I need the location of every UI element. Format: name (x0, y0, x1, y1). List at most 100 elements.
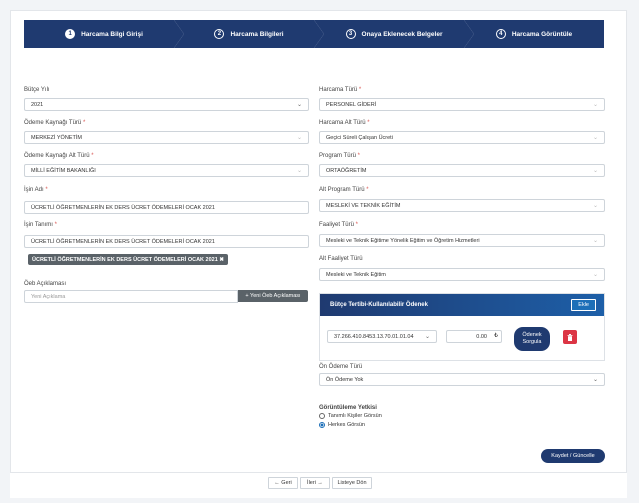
required-mark: * (91, 153, 94, 159)
chevron-down-icon: ⌄ (592, 135, 598, 141)
radio-checked-icon (319, 422, 325, 428)
select-value: 2021 (31, 101, 44, 108)
label-text: Öeb Açıklaması (24, 281, 67, 287)
on-odeme-turu-select[interactable]: Ön Ödeme Yok ⌄ (319, 373, 605, 386)
required-mark: * (54, 222, 57, 228)
input-value: ÜCRETLİ ÖĞRETMENLERİN EK DERS ÜCRET ÖDEM… (31, 238, 215, 245)
step-onaya-eklenecek-belgeler[interactable]: 3 Onaya Eklenecek Belgeler (314, 20, 474, 48)
radio-herkes-gorsun[interactable]: Herkes Görsün (319, 422, 365, 428)
chevron-down-icon: ⌄ (592, 168, 598, 174)
butce-yili-select[interactable]: 2021 ⌄ (24, 98, 309, 111)
label-text: Görüntüleme Yetkisi (319, 405, 377, 411)
required-mark: * (45, 187, 48, 193)
butce-tertibi-select[interactable]: 37.266.410.8453.13.70.01.01.04 ⌄ (327, 330, 437, 343)
label-text: Harcama Alt Türü (319, 120, 366, 126)
select-value: MERKEZİ YÖNETİM (31, 134, 82, 141)
label-text: Program Türü (319, 153, 356, 159)
odeme-kaynagi-turu-label: Ödeme Kaynağı Türü * (24, 120, 85, 126)
oeb-aciklamasi-input[interactable]: Yeni Açıklama (24, 290, 238, 303)
footer-bar: ← Geri İleri → Listeye Dön (10, 472, 627, 498)
chevron-down-icon: ⌄ (296, 102, 302, 108)
harcama-turu-select[interactable]: PERSONEL GİDERİ ⌄ (319, 98, 605, 111)
isin-tanimi-input[interactable]: ÜCRETLİ ÖĞRETMENLERİN EK DERS ÜCRET ÖDEM… (24, 235, 309, 248)
add-oeb-aciklamasi-button[interactable]: + Yeni Öeb Açıklaması (238, 290, 308, 302)
chevron-down-icon: ⌄ (592, 102, 598, 108)
isin-adi-label: İşin Adı * (24, 187, 48, 193)
step-number-badge: 2 (214, 29, 225, 39)
ekle-button[interactable]: Ekle (571, 299, 596, 311)
step-label: Onaya Eklenecek Belgeler (361, 30, 443, 38)
chevron-down-icon: ⌄ (592, 238, 598, 244)
label-text: Ödeme Kaynağı Türü (24, 120, 82, 126)
button-label: + Yeni Öeb Açıklaması (245, 293, 301, 299)
program-turu-label: Program Türü * (319, 153, 360, 159)
required-mark: * (355, 222, 358, 228)
delete-button[interactable] (563, 330, 577, 344)
isin-adi-input[interactable]: ÜCRETLİ ÖĞRETMENLERİN EK DERS ÜCRET ÖDEM… (24, 201, 309, 214)
butce-tertibi-panel: Bütçe Tertibi-Kullanılabilir Ödenek Ekle (319, 293, 605, 361)
odenek-amount-input[interactable]: 0.00 ₺ (446, 330, 502, 343)
odeme-kaynagi-alt-turu-select[interactable]: MİLLİ EĞİTİM BAKANLIĞI ⌄ (24, 164, 309, 177)
button-label: Ekle (578, 302, 589, 308)
chevron-down-icon: ⌄ (592, 377, 598, 383)
required-mark: * (366, 187, 369, 193)
harcama-turu-label: Harcama Türü * (319, 87, 361, 93)
kaydet-guncelle-button[interactable]: Kaydet / Güncelle (541, 449, 605, 463)
listeye-don-button[interactable]: Listeye Dön (332, 477, 372, 489)
select-value: 37.266.410.8453.13.70.01.01.04 (334, 333, 414, 340)
step-harcama-bilgi-girisi[interactable]: 1 Harcama Bilgi Girişi (24, 20, 184, 48)
radio-tanimli-kisiler[interactable]: Tanımlı Kişiler Görsün (319, 413, 382, 419)
odenek-sorgula-button[interactable]: Ödenek Sorgula (514, 327, 550, 351)
on-odeme-turu-label: Ön Ödeme Türü (319, 364, 362, 370)
radio-label: Tanımlı Kişiler Görsün (328, 413, 382, 419)
odeme-kaynagi-alt-turu-label: Ödeme Kaynağı Alt Türü * (24, 153, 94, 159)
label-text: Ön Ödeme Türü (319, 364, 363, 370)
harcama-alt-turu-label: Harcama Alt Türü * (319, 120, 370, 126)
required-mark: * (367, 120, 370, 126)
alt-faaliyet-turu-label: Alt Faaliyet Türü (319, 256, 363, 262)
step-label: Harcama Bilgileri (230, 30, 284, 38)
required-mark: * (358, 87, 362, 93)
wizard-steps: 1 Harcama Bilgi Girişi 2 Harcama Bilgileri… (24, 20, 604, 48)
geri-button[interactable]: ← Geri (268, 477, 298, 489)
alt-program-turu-select[interactable]: MESLEKİ VE TEKNİK EĞİTİM ⌄ (319, 199, 605, 212)
button-label: ← Geri (274, 480, 292, 486)
step-label: Harcama Görüntüle (511, 30, 573, 38)
label-text: Ödeme Kaynağı Alt Türü (24, 153, 90, 159)
odeme-kaynagi-turu-select[interactable]: MERKEZİ YÖNETİM ⌄ (24, 131, 309, 144)
label-text: Alt Faaliyet Türü (319, 256, 363, 262)
select-value: Ön Ödeme Yok (326, 376, 364, 383)
panel-header: Bütçe Tertibi-Kullanılabilir Ödenek Ekle (320, 294, 604, 316)
harcama-alt-turu-select[interactable]: Geçici Süreli Çalışan Ücreti ⌄ (319, 131, 605, 144)
button-label: Ödenek Sorgula (522, 332, 541, 346)
tag-text: ÜCRETLİ ÖĞRETMENLERİN EK DERS ÜCRET ÖDEM… (32, 256, 224, 263)
label-text: Alt Program Türü (319, 187, 365, 193)
ileri-button[interactable]: İleri → (300, 477, 330, 489)
faaliyet-turu-label: Faaliyet Türü * (319, 222, 358, 228)
program-turu-select[interactable]: ORTAÖĞRETİM ⌄ (319, 164, 605, 177)
step-number-badge: 1 (65, 29, 76, 39)
currency-symbol: ₺ (494, 333, 498, 339)
faaliyet-turu-select[interactable]: Mesleki ve Teknik Eğitime Yönelik Eğitim… (319, 234, 605, 247)
trash-icon (567, 333, 573, 341)
select-value: Mesleki ve Teknik Eğitime Yönelik Eğitim… (326, 237, 480, 244)
select-value: ORTAÖĞRETİM (326, 167, 367, 174)
isin-tanimi-tag[interactable]: ÜCRETLİ ÖĞRETMENLERİN EK DERS ÜCRET ÖDEM… (28, 254, 228, 265)
goruntuleme-yetkisi-label: Görüntüleme Yetkisi (319, 405, 377, 411)
label-text: Faaliyet Türü (319, 222, 354, 228)
button-label: İleri → (307, 480, 323, 486)
oeb-aciklamasi-label: Öeb Açıklaması (24, 281, 66, 287)
step-harcama-bilgileri[interactable]: 2 Harcama Bilgileri (174, 20, 324, 48)
select-value: Geçici Süreli Çalışan Ücreti (326, 134, 393, 141)
radio-label: Herkes Görsün (328, 422, 365, 428)
select-value: MESLEKİ VE TEKNİK EĞİTİM (326, 202, 401, 209)
label-text: Bütçe Yılı (24, 87, 50, 93)
button-label-line2: Sorgula (522, 339, 542, 345)
button-label-line1: Ödenek (522, 332, 542, 339)
input-placeholder: Yeni Açıklama (31, 293, 66, 300)
alt-program-turu-label: Alt Program Türü * (319, 187, 369, 193)
step-harcama-goruntule[interactable]: 4 Harcama Görüntüle (464, 20, 604, 48)
label-text: Harcama Türü (319, 87, 358, 93)
alt-faaliyet-turu-select[interactable]: Mesleki ve Teknik Eğitim ⌄ (319, 268, 605, 281)
label-text: İşin Tanımı (24, 222, 53, 228)
